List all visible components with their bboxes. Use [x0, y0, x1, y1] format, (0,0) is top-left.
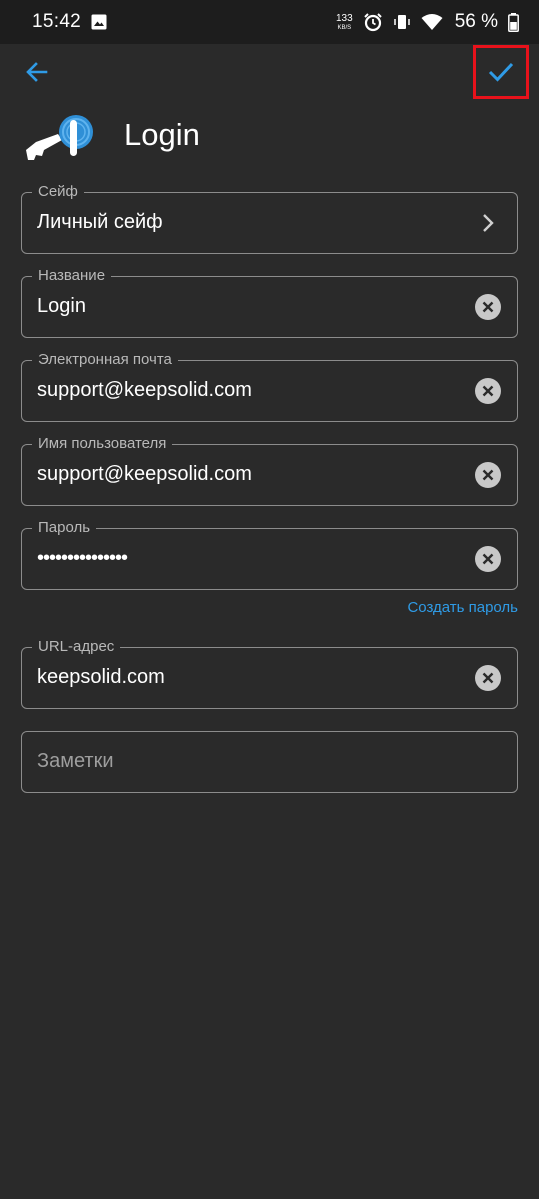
clear-icon	[482, 385, 494, 397]
network-speed: 133 KB/S	[336, 12, 353, 31]
vault-value: Личный сейф	[37, 211, 163, 233]
url-clear-button[interactable]	[475, 665, 501, 691]
status-left: 15:42	[32, 11, 107, 33]
url-field[interactable]: URL-адрес keepsolid.com	[21, 637, 518, 709]
url-value: keepsolid.com	[37, 666, 165, 688]
username-value: support@keepsolid.com	[37, 463, 252, 485]
status-bar: 15:42 133 KB/S 56 %	[0, 0, 539, 44]
status-time: 15:42	[32, 11, 82, 32]
clear-icon	[482, 553, 494, 565]
username-field[interactable]: Имя пользователя support@keepsolid.com	[21, 434, 518, 506]
name-field[interactable]: Название Login	[21, 266, 518, 338]
generate-password-link[interactable]: Создать пароль	[407, 599, 518, 616]
clear-icon	[482, 469, 494, 481]
name-clear-button[interactable]	[475, 294, 501, 320]
clear-icon	[482, 672, 494, 684]
checkmark-icon	[488, 62, 514, 82]
battery-icon	[508, 12, 519, 32]
email-value: support@keepsolid.com	[37, 379, 252, 401]
vibrate-icon	[393, 15, 410, 29]
email-clear-button[interactable]	[475, 378, 501, 404]
wifi-icon	[421, 14, 443, 30]
notes-field[interactable]: Заметки	[21, 731, 518, 793]
login-key-icon	[26, 115, 93, 160]
name-value: Login	[37, 295, 86, 317]
password-value: •••••••••••••••	[37, 547, 128, 569]
chevron-right-icon	[483, 214, 494, 232]
vault-selector[interactable]: Сейф Личный сейф	[21, 182, 518, 254]
username-clear-button[interactable]	[475, 462, 501, 488]
screen: 15:42 133 KB/S 56 % Login Сейф Личный се…	[0, 0, 539, 1199]
back-button[interactable]	[20, 55, 54, 89]
gallery-notification-icon	[91, 14, 107, 30]
password-clear-button[interactable]	[475, 546, 501, 572]
email-field[interactable]: Электронная почта support@keepsolid.com	[21, 350, 518, 422]
alarm-icon	[363, 13, 382, 32]
network-speed-unit: KB/S	[337, 24, 352, 31]
notes-placeholder: Заметки	[37, 750, 114, 772]
back-arrow-icon	[26, 62, 48, 82]
status-right: 133 KB/S 56 %	[336, 11, 519, 33]
network-speed-value: 133	[336, 12, 353, 24]
save-button[interactable]	[473, 45, 529, 99]
clear-icon	[482, 301, 494, 313]
battery-percent: 56 %	[454, 11, 498, 32]
password-field[interactable]: Пароль •••••••••••••••	[21, 518, 518, 590]
page-title: Login	[124, 117, 200, 152]
